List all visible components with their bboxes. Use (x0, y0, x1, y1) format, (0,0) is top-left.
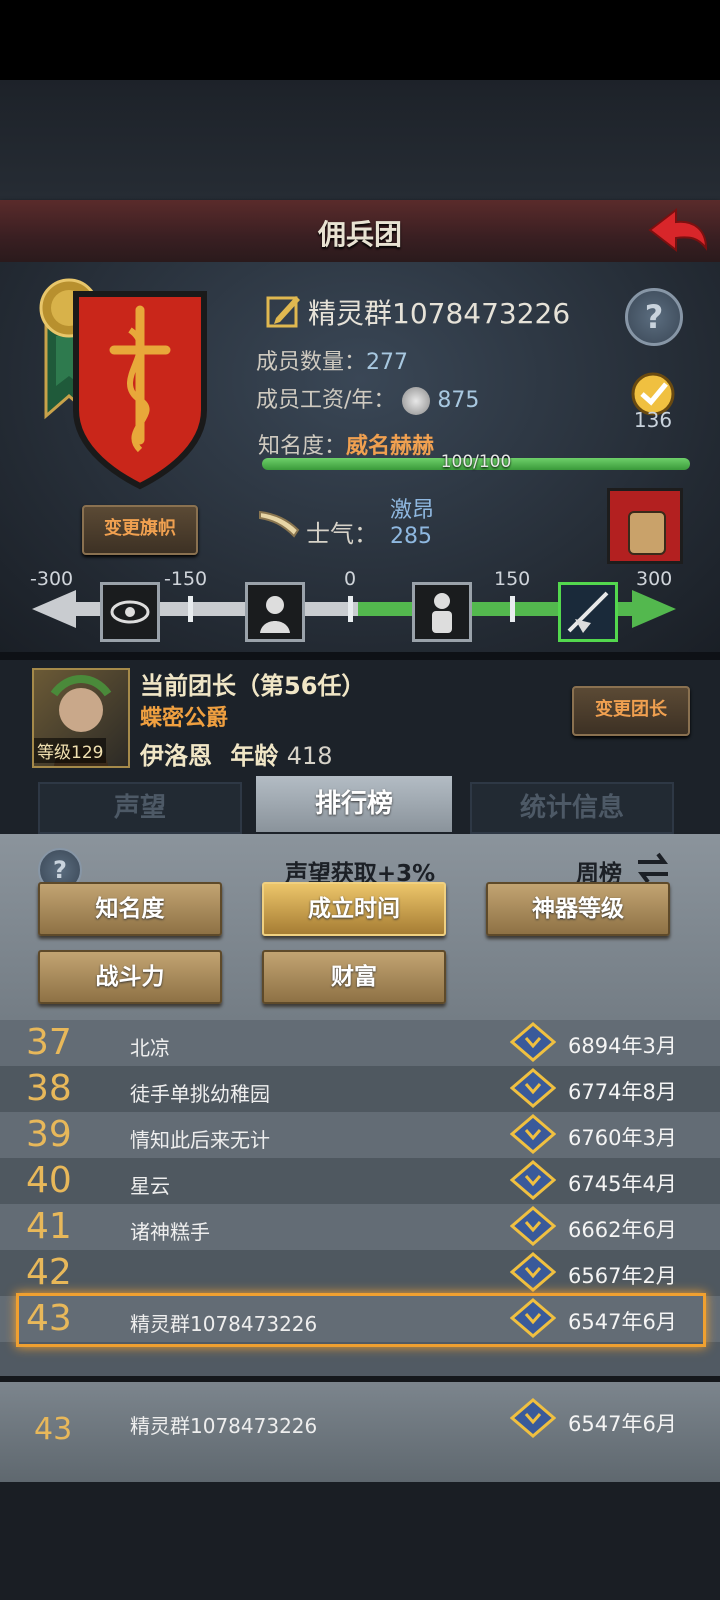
fame-progress-text: 100/100 (440, 452, 512, 472)
leader-rank: 蝶密公爵 (140, 706, 229, 731)
tick-label: 0 (344, 568, 357, 590)
tick-mark (510, 596, 515, 622)
horn-icon (259, 510, 300, 538)
rank-number: 41 (26, 1206, 72, 1247)
tick-label: 150 (494, 568, 531, 590)
filter-fame-button[interactable]: 知名度 (38, 882, 222, 936)
date-cell: 6745年4月 (568, 1172, 677, 1196)
change-leader-button[interactable]: 变更团长 (572, 686, 690, 736)
shield-rank-icon (510, 1252, 556, 1292)
help-icon[interactable]: ? (625, 288, 683, 346)
members-label: 成员数量： (256, 350, 367, 375)
silver-coin-icon (402, 387, 431, 415)
table-row[interactable]: 40 星云 6745年4月 (0, 1158, 720, 1204)
guild-name: 精灵群1078473226 (308, 297, 571, 330)
arrow-left-icon (32, 590, 76, 628)
status-bar-area (0, 0, 720, 80)
table-row[interactable]: 41 诸神糕手 6662年6月 (0, 1204, 720, 1250)
swap-icon[interactable] (634, 850, 672, 886)
top-backdrop (0, 80, 720, 200)
tick-label: -300 (30, 568, 74, 590)
filter-artifact-button[interactable]: 神器等级 (486, 882, 670, 936)
level-label: 等级 (37, 743, 71, 763)
filter-wealth-button[interactable]: 财富 (262, 950, 446, 1004)
shield-rank-icon (510, 1160, 556, 1200)
leader-name: 伊洛恩 (140, 742, 212, 770)
my-date: 6547年6月 (568, 1412, 677, 1436)
leader-title: 当前团长（第56任） (140, 672, 366, 700)
shield-rank-icon (510, 1206, 556, 1246)
despair-icon[interactable] (245, 582, 305, 642)
age-value: 418 (286, 742, 333, 770)
shield-rank-icon (510, 1398, 556, 1438)
rank-number: 37 (26, 1022, 72, 1063)
edit-pen-icon[interactable] (266, 292, 302, 328)
members-value: 277 (366, 350, 409, 375)
table-row[interactable]: 38 徒手单挑幼稚园 6774年8月 (0, 1066, 720, 1112)
rank-number: 42 (26, 1252, 72, 1293)
guild-name-cell: 北凉 (130, 1036, 170, 1060)
date-cell: 6774年8月 (568, 1080, 677, 1104)
back-arrow-icon[interactable] (646, 204, 710, 256)
shield-rank-icon (510, 1068, 556, 1108)
morale-value: 285 (390, 524, 432, 549)
morale-state: 激昂 (390, 498, 435, 523)
tab-reputation[interactable]: 声望 (38, 782, 242, 834)
salary-value: 875 (437, 388, 480, 413)
page-title: 佣兵团 (317, 218, 402, 251)
rank-number: 39 (26, 1114, 72, 1155)
tick-mark (348, 596, 353, 622)
my-ranking-row[interactable]: 精灵群1078473226 6547年6月 (0, 1382, 720, 1482)
salary-label: 成员工资/年： (256, 388, 396, 413)
eye-icon[interactable] (100, 582, 160, 642)
rank-number: 40 (26, 1160, 72, 1201)
table-row[interactable]: 42 6567年2月 (0, 1250, 720, 1296)
morale-label: 士气： (306, 520, 378, 548)
salary-row: 成员工资/年： 875 (256, 382, 479, 415)
members-row: 成员数量：277 (256, 344, 408, 376)
shield-rank-icon (510, 1022, 556, 1062)
charge-icon[interactable] (558, 582, 618, 642)
tick-mark (188, 596, 193, 622)
date-cell: 6567年2月 (568, 1264, 677, 1288)
arrow-right-icon (632, 590, 676, 628)
tick-label: -150 (164, 568, 208, 590)
date-cell: 6662年6月 (568, 1218, 677, 1242)
leader-info: 伊洛恩 年龄 418 (140, 736, 333, 771)
badge-value: 136 (633, 408, 673, 432)
age-label: 年龄 (230, 742, 279, 770)
guild-flag-icon (73, 291, 207, 490)
guild-name-cell: 星云 (130, 1174, 170, 1198)
change-flag-button[interactable]: 变更旗帜 (82, 505, 198, 555)
rank-number: 38 (26, 1068, 72, 1109)
level-value: 129 (71, 743, 104, 763)
guild-name-cell: 徒手单挑幼稚园 (130, 1082, 270, 1106)
tick-label: 300 (636, 568, 673, 590)
date-cell: 6894年3月 (568, 1034, 677, 1058)
shield-rank-icon (510, 1114, 556, 1154)
my-guild-name: 精灵群1078473226 (130, 1414, 318, 1438)
table-row[interactable]: 39 情知此后来无计 6760年3月 (0, 1112, 720, 1158)
bottom-backdrop (0, 1482, 720, 1600)
own-row-highlight (16, 1293, 706, 1347)
date-cell: 6760年3月 (568, 1126, 677, 1150)
tab-statistics[interactable]: 统计信息 (470, 782, 674, 834)
filter-power-button[interactable]: 战斗力 (38, 950, 222, 1004)
guild-name-cell: 诸神糕手 (130, 1220, 210, 1244)
guild-name-cell: 情知此后来无计 (130, 1128, 270, 1152)
my-rank-number: 43 (34, 1412, 73, 1447)
filter-founded-button[interactable]: 成立时间 (262, 882, 446, 936)
level-badge: 等级129 (34, 738, 107, 763)
figure-icon[interactable] (412, 582, 472, 642)
keg-icon[interactable] (607, 488, 683, 564)
tab-ranking[interactable]: 排行榜 (256, 776, 452, 832)
table-row[interactable]: 37 北凉 6894年3月 (0, 1020, 720, 1066)
